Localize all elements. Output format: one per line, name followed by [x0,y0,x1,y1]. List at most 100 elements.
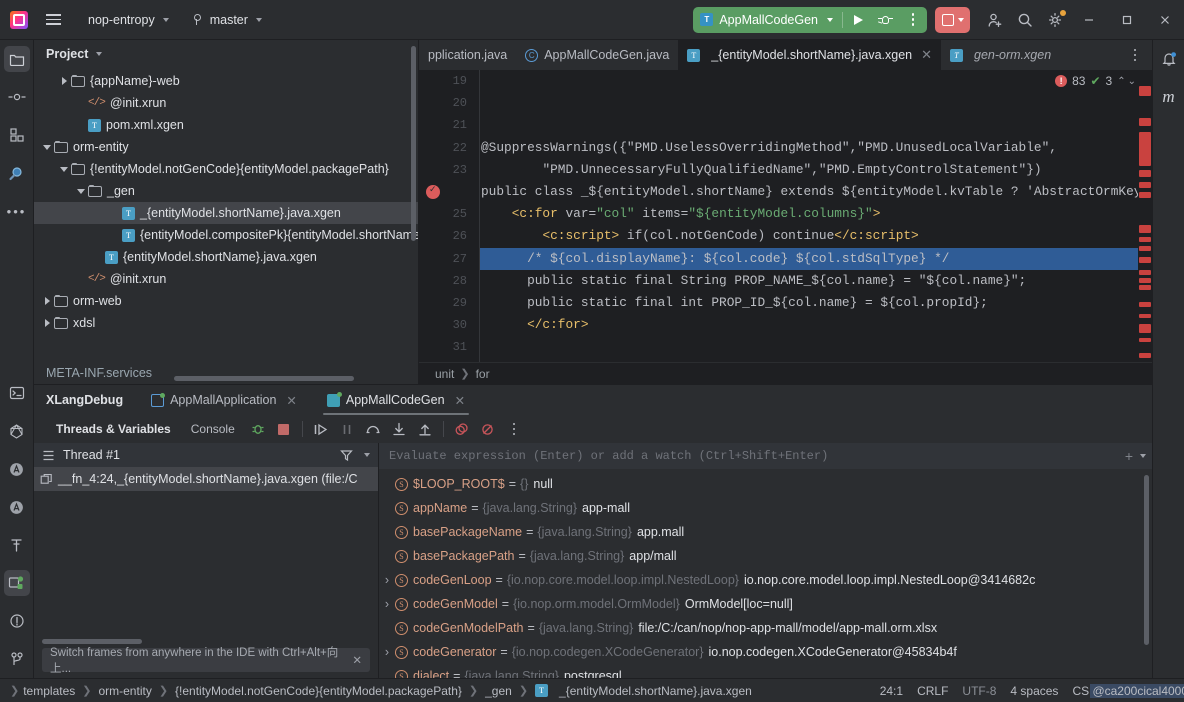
tree-node[interactable]: xdsl [34,312,418,334]
code-line[interactable]: public class _${entityModel.shortName} e… [479,181,1138,203]
tree-node[interactable]: T {entityModel.shortName}.java.xgen [34,246,418,268]
step-out-button[interactable] [412,417,438,441]
code-line[interactable]: <c:for var="col" items="${entityModel.co… [479,203,1138,225]
status-breadcrumb-item[interactable]: _gen [481,684,516,698]
editor-tab[interactable]: pplication.java [419,40,516,70]
code-line[interactable]: public static final String PROP_NAME_${c… [479,270,1138,292]
minimize-button[interactable] [1070,0,1108,40]
sidebar-item-debug[interactable] [3,570,30,596]
error-stripe-mark[interactable] [1139,270,1151,275]
sidebar-item-commit[interactable] [4,84,30,110]
sidebar-item-ai-chat[interactable] [4,494,30,520]
sidebar-item-problems[interactable] [4,608,30,634]
close-icon[interactable]: ✕ [286,393,296,408]
stack-frame-row[interactable]: __fn_4:24,_{entityModel.shortName}.java.… [34,467,378,491]
chevron-down-icon[interactable] [74,180,88,202]
error-stripe-mark[interactable] [1139,86,1151,96]
code-line[interactable]: public static final int PROP_ID_${col.na… [479,292,1138,314]
step-into-button[interactable] [386,417,412,441]
status-breadcrumb-item[interactable]: T _{entityModel.shortName}.java.xgen [531,684,756,698]
chevron-right-icon[interactable] [40,290,54,312]
error-stripe-mark[interactable] [1139,302,1151,307]
code-line[interactable]: </c:for> [479,314,1138,336]
run-configuration-selector[interactable]: T AppMallCodeGen [693,7,842,33]
error-stripe-mark[interactable] [1139,192,1151,198]
chevron-right-icon[interactable]: › [379,597,395,611]
tree-node[interactable]: _gen [34,180,418,202]
tab-console[interactable]: Console [181,418,245,440]
project-selector[interactable]: nop-entropy [80,7,177,33]
variable-row[interactable]: › ScodeGenModel = {io.nop.orm.model.OrmMode… [379,592,1152,616]
stop-button[interactable] [935,6,970,33]
chevron-down-icon[interactable] [364,453,370,457]
error-stripe-mark[interactable] [1139,278,1151,283]
main-menu-icon[interactable] [40,7,66,33]
debug-button[interactable] [871,7,899,33]
status-breadcrumbs[interactable]: templates ❯ orm-entity ❯ {!entityModel.notGe… [19,684,756,698]
editor-gutter[interactable]: 19 20 21 22 23 25 26 27 28 29 30 31 32 [419,70,479,362]
tree-node[interactable]: </> @init.xrun [34,268,418,290]
caret-position[interactable]: 24:1 [880,684,903,698]
run-button[interactable] [843,7,871,33]
vcs-branch-widget[interactable]: CSEN @canonical @ca200cical4000bly [1072,683,1184,698]
code-line[interactable] [479,336,1138,358]
variable-row[interactable]: ›SbasePackagePath={java.lang.String}app/… [379,544,1152,568]
run-more-button[interactable] [899,7,927,33]
debug-stop-button[interactable] [271,417,297,441]
breadcrumb-item[interactable]: unit [435,367,454,381]
sidebar-item-ai-assistant[interactable] [4,456,30,482]
tree-node[interactable]: T {entityModel.compositePk}{entityModel.s… [34,224,418,246]
chevron-down-icon[interactable] [96,52,103,56]
resume-button[interactable] [308,417,334,441]
sidebar-item-project[interactable] [3,46,30,72]
close-button[interactable] [1146,0,1184,40]
sidebar-item-notifications[interactable] [1156,46,1182,72]
debug-restart-button[interactable] [245,417,271,441]
error-stripe-mark[interactable] [1139,170,1151,177]
project-tree[interactable]: {appName}-web </> @init.xrun Tpom.xml.xgen o… [34,68,418,362]
filter-icon[interactable] [340,449,353,462]
editor-tab[interactable]: T _{entityModel.shortName}.java.xgen ✕ [678,40,942,70]
evaluate-expression-bar[interactable]: Evaluate expression (Enter) or add a wat… [379,443,1152,469]
variable-row[interactable]: ›SbasePackageName={java.lang.String}app.… [379,520,1152,544]
error-stripe[interactable] [1138,70,1152,362]
code-line[interactable]: <c:script> if(col.notGenCode) continue</… [479,225,1138,247]
sidebar-item-graphql[interactable] [4,418,30,444]
editor-breadcrumbs[interactable]: unit ❯ for [419,362,1152,384]
code-line[interactable]: "PMD.UnnecessaryFullyQualifiedName","PMD… [479,159,1138,181]
variable-row[interactable]: ›SappName={java.lang.String}app-mall [379,496,1152,520]
error-stripe-mark[interactable] [1139,353,1151,358]
thread-selector[interactable]: Thread #1 [34,443,378,467]
tree-node[interactable]: {appName}-web [34,70,418,92]
variable-row[interactable]: ›S$LOOP_ROOT$={}null [379,472,1152,496]
tree-node[interactable]: orm-entity [34,136,418,158]
settings-button[interactable] [1040,5,1070,35]
sidebar-item-version-control[interactable] [4,646,30,672]
variables-list[interactable]: ›S$LOOP_ROOT$={}null›SappName={java.lang… [379,469,1152,678]
maximize-button[interactable] [1108,0,1146,40]
code-line[interactable]: /* ${col.displayName}: ${col.code} ${col… [479,247,1138,270]
breadcrumb-item[interactable]: for [476,367,490,381]
editor-tab[interactable]: Tgen-orm.xgen [941,40,1060,70]
debug-session-tab-appmallapplication[interactable]: AppMallApplication ✕ [143,387,305,413]
status-breadcrumb-item[interactable]: orm-entity [94,684,155,698]
error-stripe-mark[interactable] [1139,324,1151,333]
tab-threads-and-variables[interactable]: Threads & Variables [46,418,181,440]
variables-vertical-scrollbar[interactable] [1144,475,1149,645]
debug-more-button[interactable] [501,417,527,441]
line-separator[interactable]: CRLF [917,684,948,698]
sidebar-item-maven[interactable]: m [1156,84,1182,110]
next-problem-icon[interactable]: ⌄ [1128,76,1136,87]
variable-row[interactable]: › ScodeGenLoop = {io.nop.core.model.loop.im… [379,568,1152,592]
chevron-right-icon[interactable] [40,312,54,334]
variable-row[interactable]: › ScodeGenerator = {io.nop.codegen.XCodeGen… [379,640,1152,664]
indent-setting[interactable]: 4 spaces [1010,684,1058,698]
chevron-down-icon[interactable] [1140,454,1146,458]
error-stripe-mark[interactable] [1139,257,1151,263]
sidebar-item-search-everywhere[interactable] [4,160,30,186]
error-stripe-mark[interactable] [1139,314,1151,318]
chevron-down-icon[interactable] [57,158,71,180]
error-stripe-mark[interactable] [1139,246,1151,251]
tree-node[interactable]: {!entityModel.notGenCode}{entityModel.pa… [34,158,418,180]
editor-tab[interactable]: C AppMallCodeGen.java [516,40,678,70]
